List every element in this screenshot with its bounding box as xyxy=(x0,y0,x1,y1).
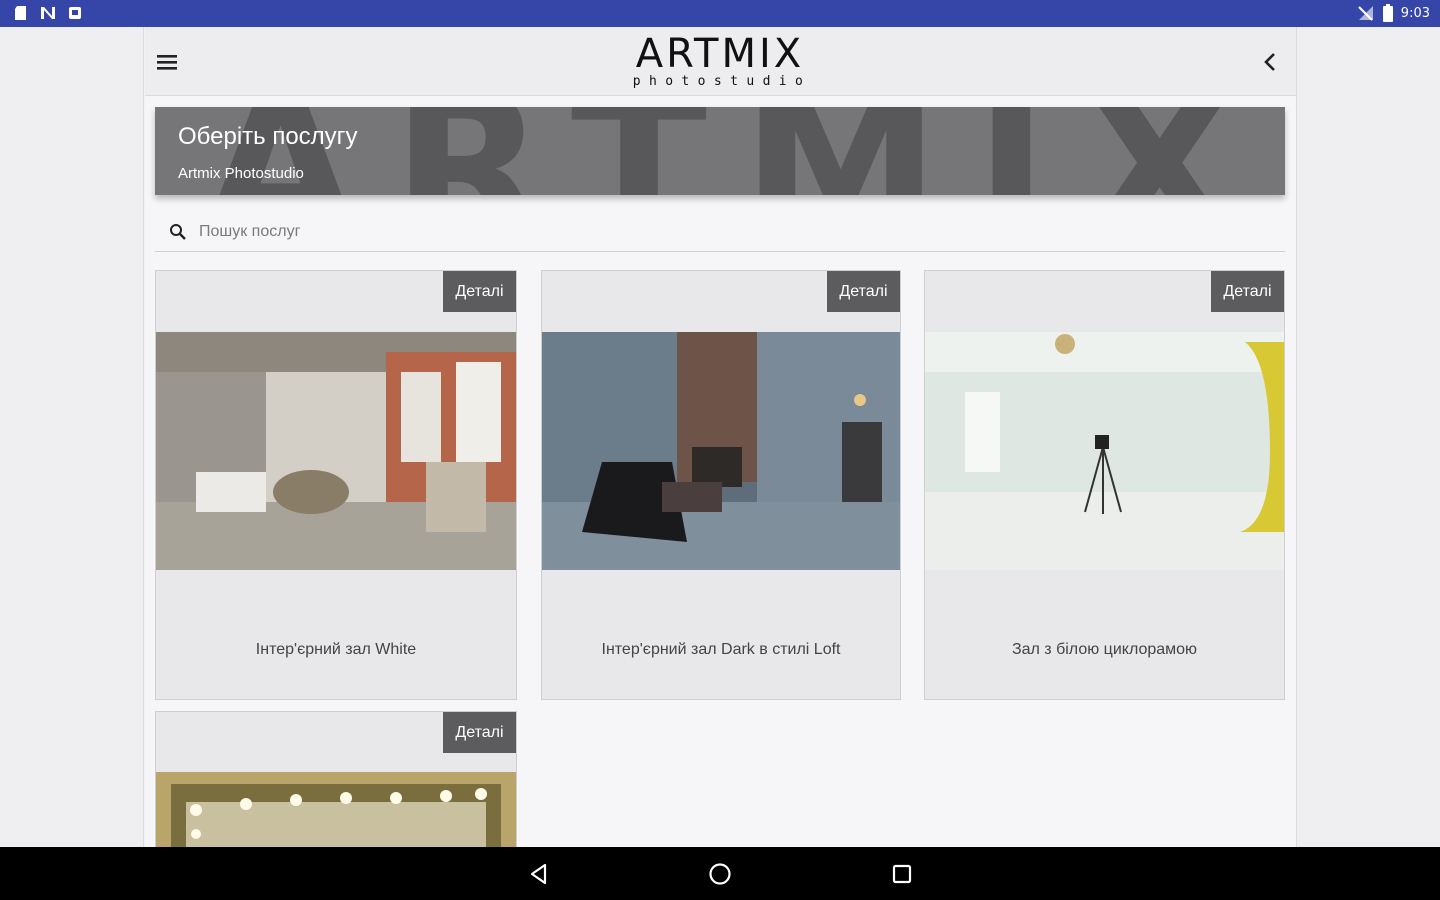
logo-text: ARTMIX xyxy=(635,31,805,77)
service-card[interactable]: Деталі xyxy=(155,711,517,847)
search-bar xyxy=(155,213,1285,252)
logo: ARTMIX photostudio xyxy=(625,33,815,91)
service-title: Інтер'єрний зал Dark в стилі Loft xyxy=(601,641,841,658)
service-title: Інтер'єрний зал White xyxy=(255,641,417,658)
service-title: Зал з білою циклорамою xyxy=(1011,641,1198,658)
no-signal-icon xyxy=(1357,4,1375,22)
hamburger-menu-icon[interactable] xyxy=(155,50,181,74)
app-content: ARTMIX photostudio ARTMIX Оберіть послуг… xyxy=(145,27,1296,847)
sd-card-icon xyxy=(14,5,28,21)
details-button[interactable]: Деталі xyxy=(827,271,900,312)
status-bar: 9:03 xyxy=(0,0,1440,27)
page-title: Оберіть послугу xyxy=(178,123,358,150)
battery-icon xyxy=(1382,4,1393,22)
notification-icon xyxy=(68,6,82,20)
nav-home-icon[interactable] xyxy=(707,861,733,887)
page-subtitle: Artmix Photostudio xyxy=(178,165,304,182)
left-margin xyxy=(0,27,144,847)
service-photo[interactable] xyxy=(542,332,900,570)
service-photo[interactable] xyxy=(156,772,516,847)
service-card[interactable]: Деталі Інтер'єрний зал White xyxy=(155,270,517,700)
chevron-left-icon[interactable] xyxy=(1258,50,1282,74)
page-header-banner: ARTMIX Оберіть послугу Artmix Photostudi… xyxy=(155,107,1285,195)
banner-watermark: ARTMIX xyxy=(203,107,1271,195)
details-button[interactable]: Деталі xyxy=(443,712,516,753)
details-button[interactable]: Деталі xyxy=(443,271,516,312)
nav-back-icon[interactable] xyxy=(526,861,552,887)
navigation-bar xyxy=(0,847,1440,900)
search-input[interactable] xyxy=(199,219,799,245)
toolbar: ARTMIX photostudio xyxy=(145,27,1296,96)
service-photo[interactable] xyxy=(156,332,516,570)
search-icon xyxy=(169,223,187,241)
right-margin xyxy=(1296,27,1440,847)
n-icon xyxy=(40,6,56,20)
logo-subtitle: photostudio xyxy=(632,74,812,89)
details-button[interactable]: Деталі xyxy=(1211,271,1284,312)
status-icons-left xyxy=(14,5,82,21)
status-icons-right: 9:03 xyxy=(1357,4,1430,22)
nav-recents-icon[interactable] xyxy=(889,861,915,887)
service-card[interactable]: Деталі Зал з білою циклорамою xyxy=(924,270,1285,700)
status-time: 9:03 xyxy=(1400,5,1430,21)
service-card[interactable]: Деталі Інтер'єрний зал Dark в стилі Loft xyxy=(541,270,901,700)
service-photo[interactable] xyxy=(925,332,1284,570)
